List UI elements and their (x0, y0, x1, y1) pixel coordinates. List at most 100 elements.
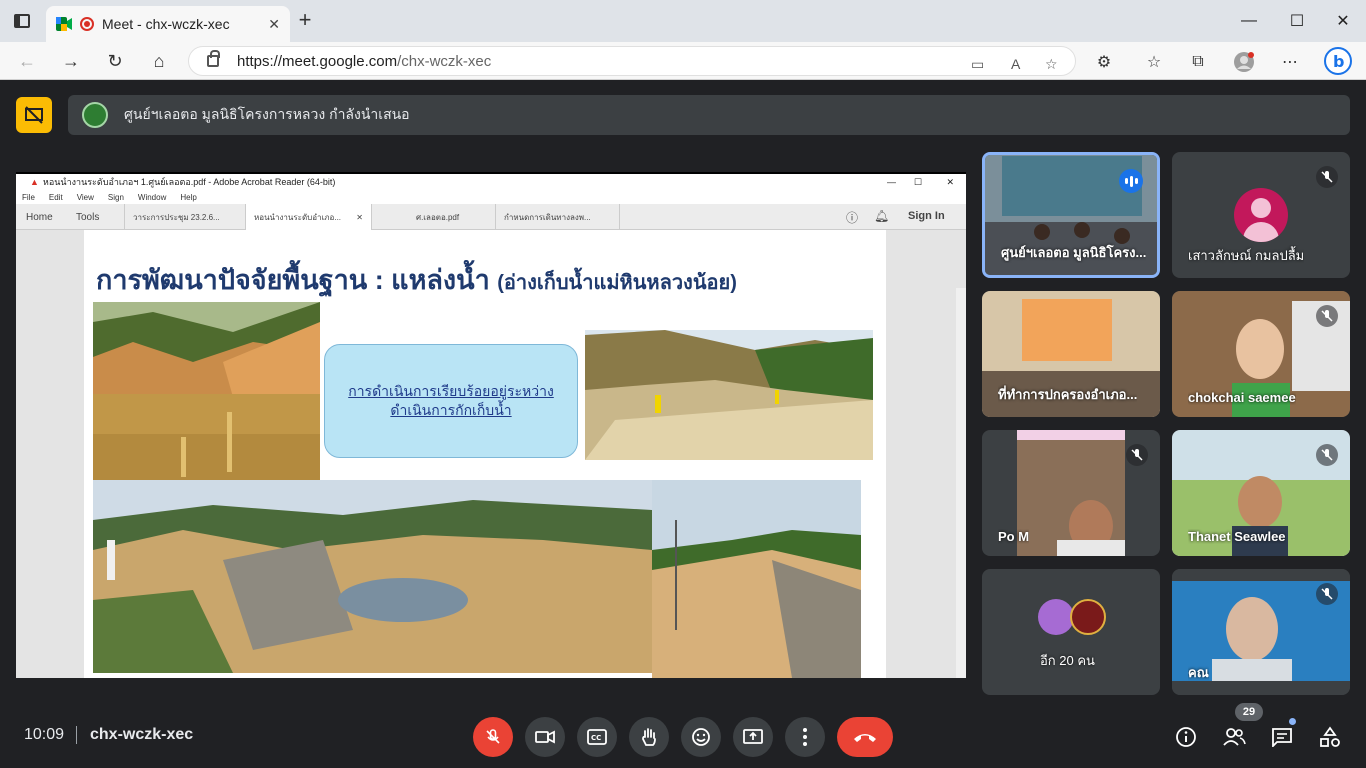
menu-file[interactable]: File (22, 193, 35, 202)
participant-tile[interactable]: Po M (982, 430, 1160, 556)
activities-button[interactable] (1316, 723, 1344, 751)
reservoir-photo-2 (585, 330, 873, 460)
new-tab-button[interactable]: + (294, 9, 316, 32)
reservoir-photo-4 (652, 480, 861, 678)
acrobat-tab-doc[interactable]: ศ.เลอตอ.pdf (372, 204, 496, 230)
mic-off-icon (1316, 166, 1338, 188)
acrobat-maximize[interactable]: ☐ (914, 177, 922, 188)
menu-help[interactable]: Help (180, 193, 196, 202)
participant-name: ที่ทำการปกครองอำเภอ... (998, 387, 1138, 402)
acrobat-close[interactable]: ✕ (946, 177, 954, 188)
collections-icon[interactable]: ⧉ (1188, 52, 1208, 72)
participant-video (1017, 430, 1125, 556)
info-icon (1176, 727, 1196, 747)
acrobat-tabs: Home Tools วาระการประชุม 23.2.6... หอนนำ… (16, 204, 966, 230)
browser-tab-title: Meet - chx-wczk-xec (102, 16, 230, 32)
mic-off-icon (1316, 583, 1338, 605)
participant-name: Po M (998, 529, 1030, 544)
participant-name: Thanet Seawlee (1188, 529, 1286, 544)
people-button[interactable] (1220, 723, 1248, 751)
refresh-button[interactable]: ↻ (102, 48, 128, 74)
acrobat-tab-doc[interactable]: วาระการประชุม 23.2.6... (124, 204, 246, 230)
chat-button[interactable] (1268, 723, 1296, 751)
notification-bell-icon[interactable]: 🔔︎ (874, 209, 889, 223)
presenting-banner: ศูนย์ฯเลอตอ มูลนิธิโครงการหลวง กำลังนำเส… (68, 95, 1350, 135)
pdf-view: การพัฒนาปัจจัยพื้นฐาน : แหล่งน้ำ (อ่างเก… (16, 230, 966, 678)
read-aloud-icon[interactable]: A (1011, 56, 1020, 72)
participant-name: คณ (1188, 665, 1209, 680)
forward-button[interactable]: → (58, 48, 84, 74)
reactions-button[interactable] (681, 717, 721, 757)
help-icon[interactable]: ⓘ (846, 209, 858, 226)
url-field[interactable]: https://meet.google.com/chx-wczk-xec ▭ A… (188, 46, 1076, 76)
google-meet-icon (56, 17, 72, 31)
more-menu-icon[interactable]: ⋯ (1280, 52, 1300, 72)
menu-edit[interactable]: Edit (49, 193, 63, 202)
mic-toggle-button[interactable] (473, 717, 513, 757)
slide-title-text: การพัฒนาปัจจัยพื้นฐาน : แหล่งน้ำ (96, 265, 490, 295)
captions-icon: CC (587, 729, 607, 745)
acrobat-tab-home[interactable]: Home (18, 204, 61, 230)
emoji-icon (692, 728, 710, 746)
participant-count-badge: 29 (1235, 703, 1263, 721)
profile-icon[interactable] (1234, 52, 1254, 72)
acrobat-tab-active-doc[interactable]: หอนนำงานระดับอำเภอ... ✕ (246, 204, 372, 230)
avatar (1070, 599, 1106, 635)
menu-window[interactable]: Window (138, 193, 166, 202)
slide-subtitle: (อ่างเก็บน้ำแม่หินหลวงน้อย) (497, 272, 737, 294)
participant-tile[interactable]: คณ (1172, 569, 1350, 695)
participant-tile-presenter[interactable]: ศูนย์ฯเลอตอ มูลนิธิโครง... (982, 152, 1160, 278)
captions-button[interactable]: CC (577, 717, 617, 757)
favorites-icon[interactable]: ☆ (1144, 52, 1164, 72)
tab-actions-icon[interactable] (14, 14, 30, 28)
mic-off-icon (1126, 444, 1148, 466)
participant-tile[interactable]: ที่ทำการปกครองอำเภอ... (982, 291, 1160, 417)
more-participants-label: อีก 20 คน (1040, 653, 1095, 668)
close-window-button[interactable]: ✕ (1320, 0, 1366, 42)
browser-tab-meet[interactable]: Meet - chx-wczk-xec ✕ (46, 6, 290, 42)
camera-icon[interactable]: ▭ (971, 56, 984, 73)
reservoir-photo-1 (93, 302, 320, 482)
hand-icon (642, 728, 656, 746)
present-screen-button[interactable] (733, 717, 773, 757)
close-tab-icon[interactable]: ✕ (268, 16, 280, 33)
maximize-button[interactable]: ☐ (1274, 0, 1320, 42)
camera-toggle-button[interactable] (525, 717, 565, 757)
more-vert-icon (803, 728, 807, 746)
more-participants-tile[interactable]: อีก 20 คน (982, 569, 1160, 695)
acrobat-tab-label: Home (26, 211, 53, 223)
acrobat-tab-tools[interactable]: Tools (68, 204, 107, 230)
acrobat-window-title: หอนนำงานระดับอำเภอฯ 1.ศูนย์เลอตอ.pdf - A… (42, 177, 336, 187)
pdf-page: การพัฒนาปัจจัยพื้นฐาน : แหล่งน้ำ (อ่างเก… (84, 230, 886, 678)
pdf-scrollbar[interactable] (956, 288, 966, 678)
people-icon (1223, 728, 1246, 746)
meeting-details-button[interactable] (1172, 723, 1200, 751)
participant-tile[interactable]: chokchai saemee (1172, 291, 1350, 417)
bing-icon[interactable]: b (1324, 47, 1352, 75)
participant-tile[interactable]: เสาวลักษณ์ กมลปลื้ม (1172, 152, 1350, 278)
menu-view[interactable]: View (77, 193, 94, 202)
minimize-button[interactable]: — (1226, 0, 1272, 42)
menu-sign[interactable]: Sign (108, 193, 124, 202)
leave-call-button[interactable] (837, 717, 893, 757)
participant-tile[interactable]: Thanet Seawlee (1172, 430, 1350, 556)
acrobat-icon: ▲ (30, 177, 39, 187)
close-doc-icon[interactable]: ✕ (356, 213, 363, 222)
add-favorite-icon[interactable]: ☆ (1045, 56, 1058, 73)
hangup-icon (854, 734, 876, 742)
meeting-code: chx-wczk-xec (90, 726, 194, 743)
acrobat-menubar: File Edit View Sign Window Help (16, 190, 966, 204)
status-callout: การดำเนินการเรียบร้อยอยู่ระหว่าง ดำเนินก… (324, 344, 578, 458)
stop-presenting-button[interactable] (16, 97, 52, 133)
extensions-icon[interactable]: ⚙ (1094, 52, 1114, 72)
back-button[interactable]: ← (14, 48, 40, 74)
activities-icon (1320, 726, 1340, 747)
acrobat-minimize[interactable]: — (887, 177, 896, 187)
sign-in-button[interactable]: Sign In (908, 210, 945, 222)
acrobat-tab-doc[interactable]: กำหนดการเดินทางลงพ... (496, 204, 620, 230)
url-path: /chx-wczk-xec (397, 52, 492, 70)
mic-off-icon (486, 729, 500, 744)
raise-hand-button[interactable] (629, 717, 669, 757)
home-button[interactable]: ⌂ (146, 48, 172, 74)
more-options-button[interactable] (785, 717, 825, 757)
